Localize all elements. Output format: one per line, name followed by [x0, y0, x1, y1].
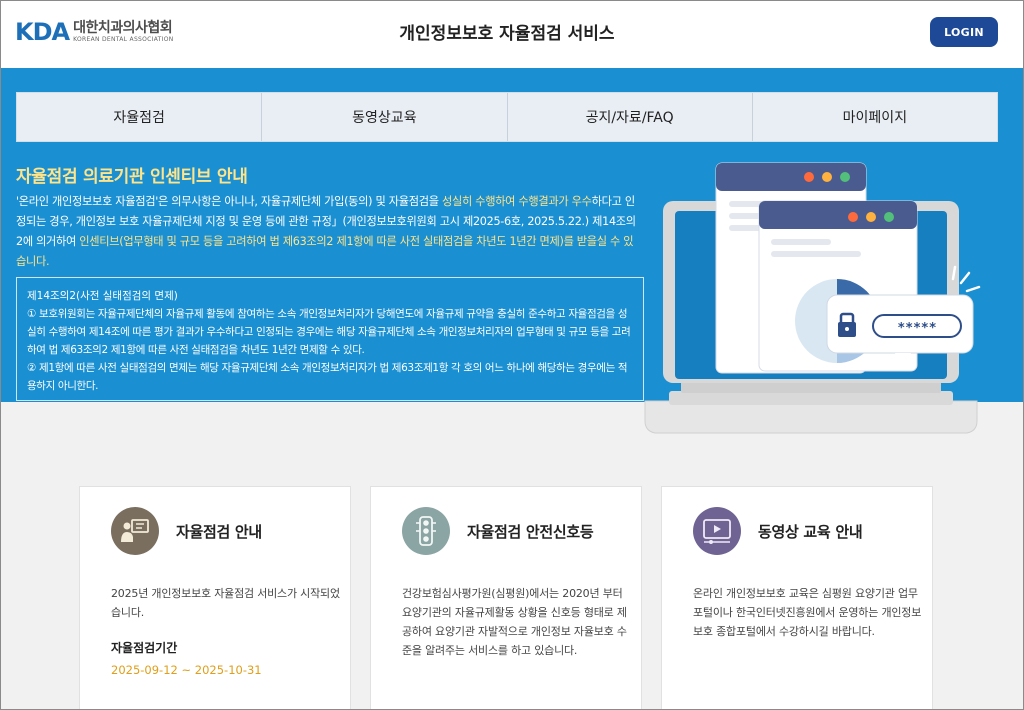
law-paragraph-2: ② 제1항에 따른 사전 실태점검의 면제는 해당 자율규제단체 소속 개인정보… — [27, 362, 628, 392]
header: KDA 대한치과의사협회 KOREAN DENTAL ASSOCIATION 개… — [1, 1, 1023, 68]
card-text: 온라인 개인정보보호 교육은 심평원 요양기관 업무포털이나 한국인터넷진흥원에… — [693, 587, 922, 638]
card-text: 건강보험심사평가원(심평원)에서는 2020년 부터 요양기관의 자율규제활동 … — [402, 587, 627, 657]
page-frame: KDA 대한치과의사협회 KOREAN DENTAL ASSOCIATION 개… — [0, 0, 1024, 710]
law-paragraph-1: ① 보호위원회는 자율규제단체의 자율규제 활동에 참여하는 소속 개인정보처리… — [27, 308, 631, 356]
desc-part-1: '온라인 개인정보보호 자율점검'은 의무사항은 아니나, 자율규제단체 가입(… — [16, 195, 442, 208]
site-title: 개인정보보호 자율점검 서비스 — [399, 24, 615, 44]
card-title: 자율점검 안내 — [176, 523, 262, 541]
nav-item-video-education[interactable]: 동영상교육 — [262, 93, 508, 141]
nav-item-notice-faq[interactable]: 공지/자료/FAQ — [508, 93, 753, 141]
video-player-icon — [693, 507, 741, 555]
card-title: 동영상 교육 안내 — [758, 523, 863, 541]
card-title: 자율점검 안전신호등 — [467, 523, 594, 541]
card-subtitle: 자율점검기간 — [111, 641, 178, 655]
check-period: 2025-09-12 ~ 2025-10-31 — [111, 663, 262, 677]
person-presentation-icon — [111, 507, 159, 555]
main-nav: 자율점검 동영상교육 공지/자료/FAQ 마이페이지 — [16, 92, 998, 142]
nav-item-self-check[interactable]: 자율점검 — [17, 93, 263, 141]
hero-description: '온라인 개인정보보호 자율점검'은 의무사항은 아니나, 자율규제단체 가입(… — [16, 192, 636, 272]
desc-highlight-2: 인센티브(업무형태 및 규모 등을 고려하여 법 제63조의2 제1항에 따른 … — [79, 235, 564, 248]
card-video-education[interactable]: 동영상 교육 안내 온라인 개인정보보호 교육은 심평원 요양기관 업무포털이나… — [661, 486, 933, 709]
law-article-box: 제14조의2(사전 실태점검의 면제) ① 보호위원회는 자율규제단체의 자율규… — [16, 277, 644, 401]
law-title: 제14조의2(사전 실태점검의 면제) — [27, 290, 178, 302]
password-mask: ***** — [897, 321, 936, 336]
card-self-check-guide[interactable]: 자율점검 안내 2025년 개인정보보호 자율점검 서비스가 시작되었습니다. … — [79, 486, 351, 709]
login-button[interactable]: LOGIN — [930, 17, 998, 47]
card-text: 2025년 개인정보보호 자율점검 서비스가 시작되었습니다. — [111, 587, 340, 619]
hero-title: 자율점검 의료기관 인센티브 안내 — [16, 167, 248, 187]
traffic-light-icon — [402, 507, 450, 555]
desc-highlight-1: 성실히 수행하여 수행결과가 우수 — [441, 195, 592, 208]
security-laptop-illustration: ***** — [644, 162, 981, 434]
nav-item-mypage[interactable]: 마이페이지 — [753, 93, 997, 141]
card-safety-signal[interactable]: 자율점검 안전신호등 건강보험심사평가원(심평원)에서는 2020년 부터 요양… — [370, 486, 642, 709]
